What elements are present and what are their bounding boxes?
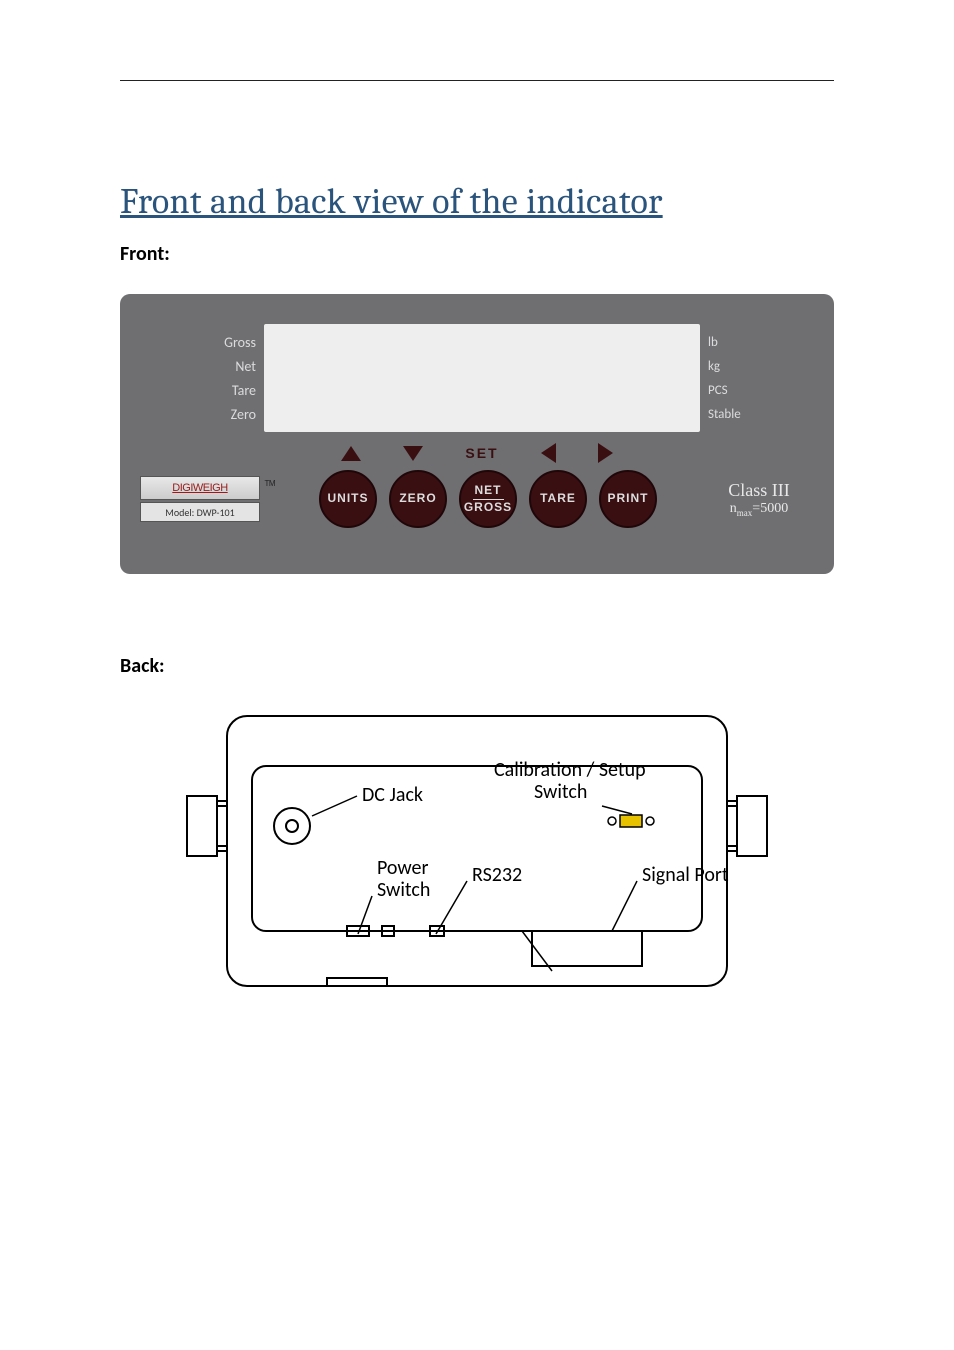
zero-label: ZERO bbox=[399, 492, 436, 505]
arrow-right-icon bbox=[598, 443, 613, 463]
gross-label: GROSS bbox=[464, 501, 512, 514]
logo-block: DIGIWEIGH TM Model: DWP-101 bbox=[140, 476, 260, 522]
rs232-label: RS232 bbox=[472, 863, 522, 887]
arrow-left-icon bbox=[541, 443, 556, 463]
right-indicator-labels: lb kg PCS Stable bbox=[700, 324, 818, 432]
arrow-down-icon bbox=[403, 446, 423, 461]
class-block: Class III nmax=5000 bbox=[704, 480, 814, 518]
label-lb: lb bbox=[708, 335, 818, 350]
front-panel: Gross Net Tare Zero lb kg PCS Stable SET bbox=[120, 294, 834, 574]
left-indicator-labels: Gross Net Tare Zero bbox=[136, 324, 264, 432]
label-zero: Zero bbox=[136, 406, 256, 423]
label-tare: Tare bbox=[136, 382, 256, 399]
arrow-up-icon bbox=[341, 446, 361, 461]
brand-logo: DIGIWEIGH TM bbox=[140, 476, 260, 500]
net-label: NET bbox=[473, 484, 504, 499]
back-heading: Back: bbox=[120, 654, 834, 678]
label-kg: kg bbox=[708, 359, 818, 374]
signal-port-label: Signal Port bbox=[642, 863, 729, 887]
class-line1: Class III bbox=[704, 480, 814, 501]
net-gross-button[interactable]: NET GROSS bbox=[459, 470, 517, 528]
power-label-1: Power bbox=[377, 856, 428, 880]
units-label: UNITS bbox=[328, 492, 369, 505]
tare-label: TARE bbox=[540, 492, 576, 505]
print-label: PRINT bbox=[608, 492, 649, 505]
dc-jack-label: DC Jack bbox=[362, 783, 423, 807]
trademark: TM bbox=[264, 479, 275, 488]
page-title: Front and back view of the indicator bbox=[120, 181, 834, 222]
class-line2: nmax=5000 bbox=[704, 501, 814, 518]
label-stable: Stable bbox=[708, 407, 818, 422]
model-plate: Model: DWP-101 bbox=[140, 502, 260, 522]
units-button[interactable]: UNITS bbox=[319, 470, 377, 528]
tare-button[interactable]: TARE bbox=[529, 470, 587, 528]
set-label: SET bbox=[465, 445, 498, 461]
power-label-2: Switch bbox=[377, 878, 430, 902]
calib-label-1: Calibration / Setup bbox=[494, 758, 646, 782]
label-net: Net bbox=[136, 358, 256, 375]
print-button[interactable]: PRINT bbox=[599, 470, 657, 528]
label-pcs: PCS bbox=[708, 383, 818, 398]
divider-top bbox=[120, 80, 834, 81]
secondary-key-row: SET bbox=[136, 442, 818, 464]
calib-label-2: Switch bbox=[534, 780, 587, 804]
label-gross: Gross bbox=[136, 334, 256, 351]
front-heading: Front: bbox=[120, 242, 834, 266]
brand-text: DIGIWEIGH bbox=[172, 482, 227, 494]
zero-button[interactable]: ZERO bbox=[389, 470, 447, 528]
lcd-display bbox=[264, 324, 700, 432]
back-diagram: DC Jack Calibration / Setup Switch Power… bbox=[120, 706, 834, 996]
